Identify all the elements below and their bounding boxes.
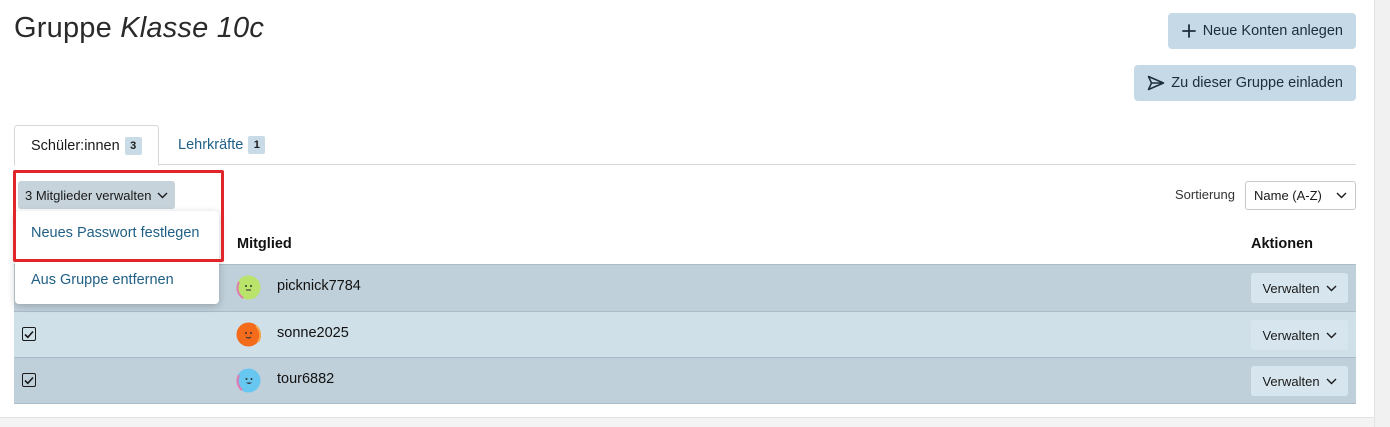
chevron-down-icon xyxy=(1326,285,1337,292)
new-accounts-button[interactable]: Neue Konten anlegen xyxy=(1167,13,1356,49)
horizontal-scroll-area xyxy=(0,417,1374,427)
tab-teachers-count-badge: 1 xyxy=(248,136,266,154)
bulk-manage-dropdown[interactable]: 3 Mitglieder verwalten xyxy=(18,181,176,209)
chevron-down-icon xyxy=(157,192,168,199)
invite-button[interactable]: Zu dieser Gruppe einladen xyxy=(1134,65,1356,101)
avatar xyxy=(236,322,262,347)
sort-select-value: Name (A-Z) xyxy=(1254,188,1322,203)
manage-label: Verwalten xyxy=(1262,327,1320,343)
column-header-actions: Aktionen xyxy=(1251,236,1314,252)
avatar xyxy=(236,275,261,300)
manage-member-button[interactable]: Verwalten xyxy=(1251,320,1348,350)
sort-label: Sortierung xyxy=(1175,187,1235,202)
manage-label: Verwalten xyxy=(1262,280,1320,296)
manage-member-button[interactable]: Verwalten xyxy=(1251,366,1348,396)
plus-icon xyxy=(1181,23,1197,39)
group-page: Gruppe Klasse 10c Neue Konten anlegen Zu… xyxy=(0,0,1390,427)
row-checkbox[interactable] xyxy=(22,373,36,387)
invite-label: Zu dieser Gruppe einladen xyxy=(1171,75,1343,91)
bulk-manage-menu: Neues Passwort festlegen Aus Gruppe entf… xyxy=(15,211,219,304)
member-name: picknick7784 xyxy=(277,278,361,294)
bulk-manage-label: 3 Mitglieder verwalten xyxy=(25,187,152,203)
table-row: sonne2025 Verwalten xyxy=(14,311,1356,358)
tab-students[interactable]: Schüler:innen 3 xyxy=(14,125,159,166)
manage-label: Verwalten xyxy=(1262,373,1320,389)
chevron-down-icon xyxy=(1326,378,1337,385)
send-icon xyxy=(1147,75,1165,91)
manage-member-button[interactable]: Verwalten xyxy=(1251,273,1348,303)
tab-students-label: Schüler:innen xyxy=(31,137,120,154)
column-header-member: Mitglied xyxy=(237,236,292,252)
avatar xyxy=(236,368,261,393)
tab-students-count-badge: 3 xyxy=(124,136,142,155)
member-name: tour6882 xyxy=(277,371,335,387)
sort-select[interactable]: Name (A-Z) xyxy=(1245,181,1356,210)
row-checkbox[interactable] xyxy=(22,327,36,341)
chevron-down-icon xyxy=(1336,192,1347,199)
vertical-scrollbar[interactable] xyxy=(1374,0,1390,427)
title-prefix: Gruppe xyxy=(14,12,112,44)
tab-bar: Schüler:innen 3 Lehrkräfte 1 xyxy=(14,125,1356,166)
checkmark-icon xyxy=(24,376,34,384)
table-row: tour6882 Verwalten xyxy=(14,357,1356,404)
menu-item-remove-from-group[interactable]: Aus Gruppe entfernen xyxy=(31,272,174,288)
menu-item-set-new-password[interactable]: Neues Passwort festlegen xyxy=(31,225,199,241)
checkmark-icon xyxy=(24,330,34,338)
chevron-down-icon xyxy=(1326,332,1337,339)
new-accounts-label: Neue Konten anlegen xyxy=(1202,23,1343,39)
tab-teachers[interactable]: Lehrkräfte 1 xyxy=(162,125,281,165)
tab-teachers-label: Lehrkräfte xyxy=(178,137,244,153)
title-group-name: Klasse 10c xyxy=(120,12,265,44)
member-name: sonne2025 xyxy=(277,325,349,341)
page-title: Gruppe Klasse 10c xyxy=(14,12,264,45)
